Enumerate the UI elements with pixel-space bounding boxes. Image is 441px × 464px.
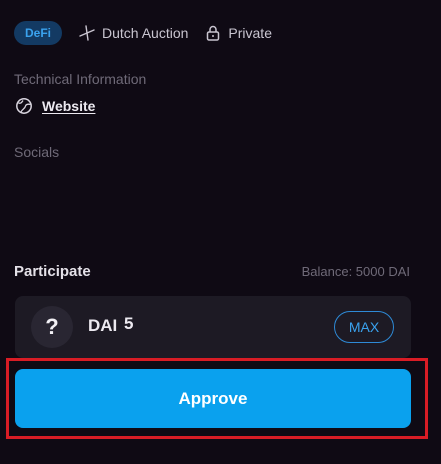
approve-button[interactable]: Approve — [15, 369, 411, 428]
amount-input-box: ? DAI MAX — [15, 296, 411, 358]
tags-row: DeFi Dutch Auction Private — [14, 21, 272, 45]
lock-icon — [204, 24, 222, 42]
unknown-token-icon: ? — [31, 306, 73, 348]
visibility-tag: Private — [204, 24, 272, 42]
auction-type-tag: Dutch Auction — [78, 24, 188, 42]
website-link[interactable]: Website — [42, 98, 95, 114]
category-badge: DeFi — [14, 21, 63, 45]
participate-heading: Participate — [14, 263, 91, 280]
dutch-auction-icon — [78, 24, 96, 42]
balance-text: Balance: 5000 DAI — [301, 264, 410, 279]
website-link-row[interactable]: Website — [15, 97, 95, 115]
visibility-label: Private — [228, 25, 272, 41]
technical-information-heading: Technical Information — [14, 71, 147, 87]
globe-icon — [15, 97, 33, 115]
auction-type-label: Dutch Auction — [102, 25, 189, 41]
token-symbol: DAI — [88, 316, 118, 335]
amount-input[interactable] — [124, 314, 324, 334]
socials-heading: Socials — [14, 144, 60, 160]
max-button[interactable]: MAX — [334, 311, 394, 343]
